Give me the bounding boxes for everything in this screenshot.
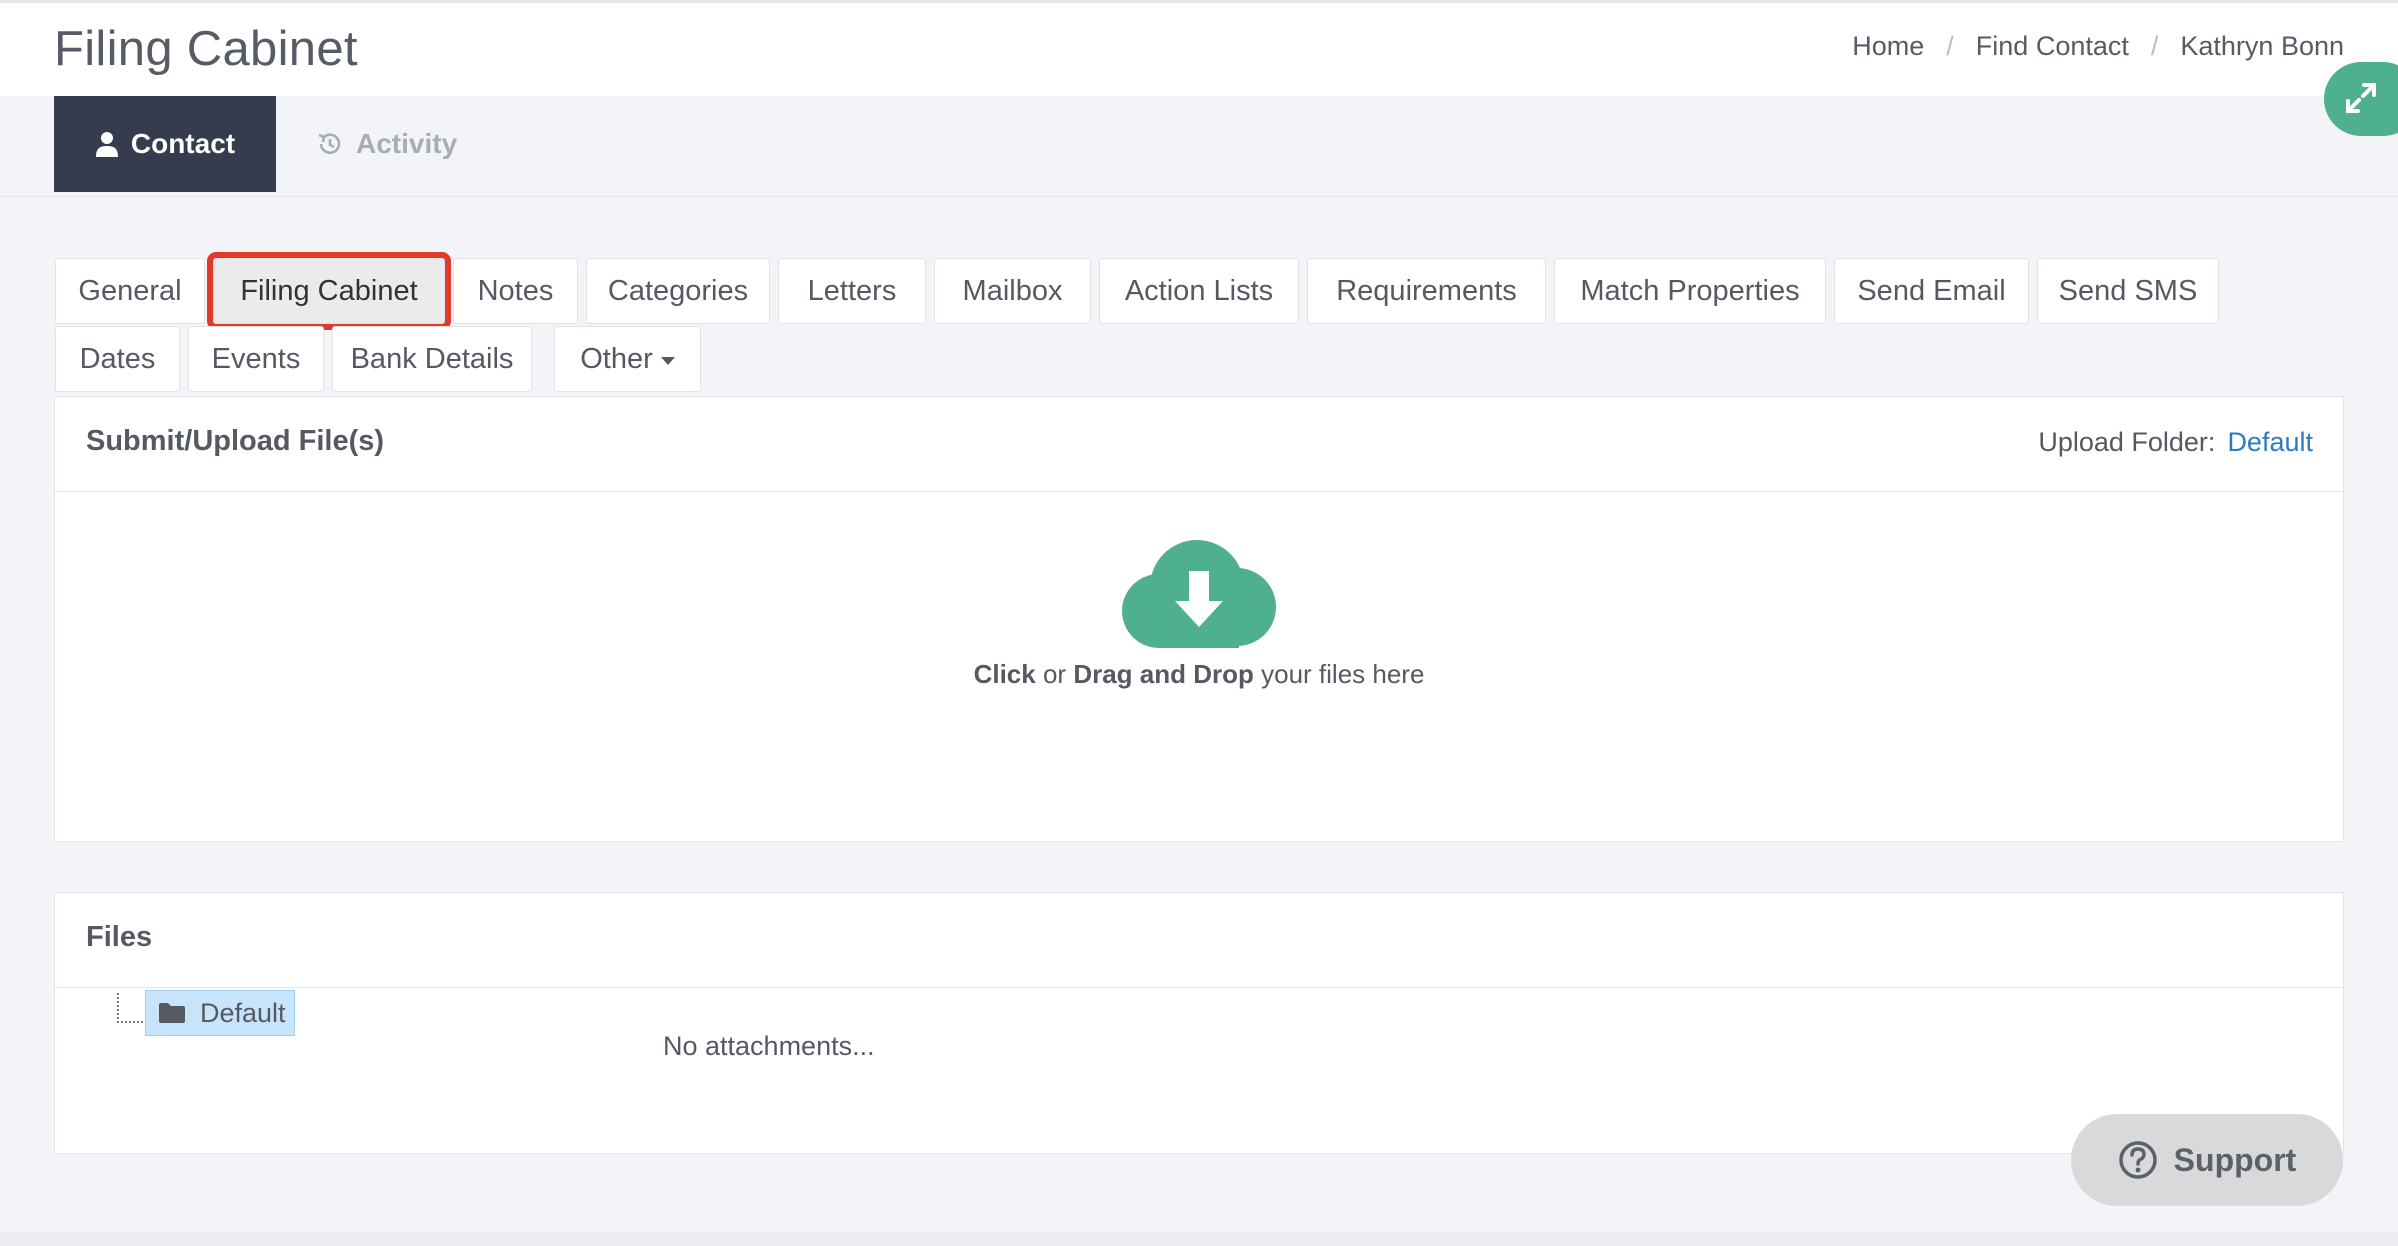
subtab-notes[interactable]: Notes — [453, 258, 578, 324]
tab-activity-label: Activity — [356, 128, 458, 159]
upload-folder: Upload Folder: Default — [2038, 427, 2313, 458]
upload-folder-link[interactable]: Default — [2227, 427, 2313, 457]
subtab-filing-cabinet[interactable]: Filing Cabinet — [207, 252, 451, 330]
subtab-bank-details[interactable]: Bank Details — [332, 326, 532, 392]
files-panel-header: Files — [55, 893, 2343, 988]
top-header: Filing Cabinet Home / Find Contact / Kat… — [0, 0, 2398, 96]
tab-contact-label: Contact — [130, 128, 236, 159]
files-panel: Files Default No attachments... — [54, 892, 2344, 1154]
upload-folder-label: Upload Folder: — [2038, 427, 2216, 457]
dropzone-drag: Drag and Drop — [1073, 659, 1254, 689]
folder-node-label: Default — [200, 997, 286, 1028]
upload-panel-title: Submit/Upload File(s) — [86, 425, 385, 457]
page-title: Filing Cabinet — [54, 22, 358, 76]
folder-icon — [159, 1003, 185, 1023]
file-dropzone[interactable]: Click or Drag and Drop your files here — [55, 491, 2343, 841]
dropzone-rest: your files here — [1253, 659, 1425, 689]
dropzone-click: Click — [973, 659, 1036, 689]
question-circle-icon — [2118, 1141, 2157, 1179]
nav-divider — [0, 196, 2398, 197]
subtab-requirements[interactable]: Requirements — [1307, 258, 1546, 324]
support-button[interactable]: Support — [2071, 1114, 2343, 1206]
tab-contact[interactable]: Contact — [54, 96, 276, 192]
history-icon — [318, 133, 341, 154]
main-nav: Contact Activity — [54, 96, 497, 192]
tab-activity[interactable]: Activity — [276, 96, 497, 192]
breadcrumb-home[interactable]: Home — [1852, 31, 1924, 62]
subtab-general[interactable]: General — [55, 258, 205, 324]
files-panel-title: Files — [86, 921, 153, 953]
subtab-send-sms[interactable]: Send SMS — [2037, 258, 2219, 324]
upload-panel-header: Submit/Upload File(s) Upload Folder: Defa… — [55, 397, 2343, 492]
subtab-send-email[interactable]: Send Email — [1834, 258, 2029, 324]
subtab-events[interactable]: Events — [188, 326, 324, 392]
subtab-categories[interactable]: Categories — [586, 258, 770, 324]
cloud-download-icon — [1122, 540, 1276, 648]
empty-state-text: No attachments... — [663, 1031, 875, 1061]
page-footer-strip — [0, 1232, 2398, 1246]
upload-panel: Submit/Upload File(s) Upload Folder: Defa… — [54, 396, 2344, 842]
breadcrumb-separator: / — [2150, 31, 2159, 61]
subtab-mailbox[interactable]: Mailbox — [934, 258, 1091, 324]
support-label: Support — [2173, 1141, 2297, 1178]
user-icon — [95, 132, 118, 157]
caret-down-icon — [660, 357, 675, 365]
subtab-action-lists[interactable]: Action Lists — [1099, 258, 1299, 324]
expand-arrows-icon — [2346, 83, 2376, 113]
subtab-letters[interactable]: Letters — [778, 258, 926, 324]
breadcrumb: Home / Find Contact / Kathryn Bonn — [1852, 31, 2344, 62]
dropzone-text: Click or Drag and Drop your files here — [55, 659, 2343, 690]
tree-connector — [117, 993, 147, 1023]
subtab-other-dropdown[interactable]: Other — [554, 326, 701, 392]
breadcrumb-current: Kathryn Bonn — [2180, 31, 2344, 61]
breadcrumb-find-contact[interactable]: Find Contact — [1976, 31, 2129, 62]
subtab-other-label: Other — [580, 342, 653, 375]
subtab-match-properties[interactable]: Match Properties — [1554, 258, 1826, 324]
folder-node-default[interactable]: Default — [145, 990, 295, 1036]
expand-button[interactable] — [2324, 62, 2398, 136]
dropzone-or: or — [1035, 659, 1074, 689]
subtab-dates[interactable]: Dates — [55, 326, 180, 392]
breadcrumb-separator: / — [1946, 31, 1954, 61]
